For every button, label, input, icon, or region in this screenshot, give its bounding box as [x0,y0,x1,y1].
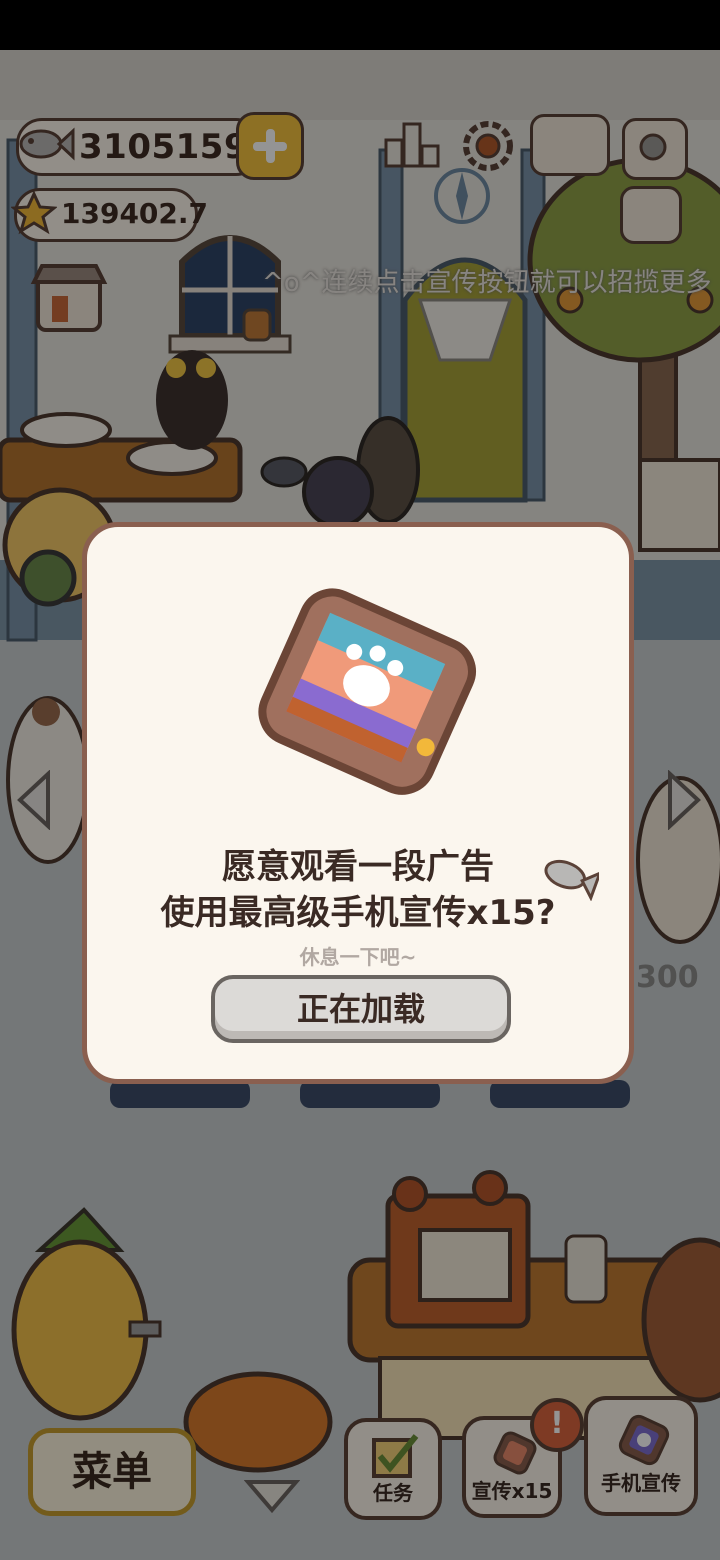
fish-icon [544,859,599,901]
loading-button[interactable]: 正在加载 [211,975,511,1043]
ad-dialog: 愿意观看一段广告 使用最高级手机宣传x15? 休息一下吧~ 正在加载 [82,522,634,1084]
phone-card-icon [258,588,476,795]
status-bar [0,0,720,50]
dialog-subtext: 休息一下吧~ [299,945,417,969]
